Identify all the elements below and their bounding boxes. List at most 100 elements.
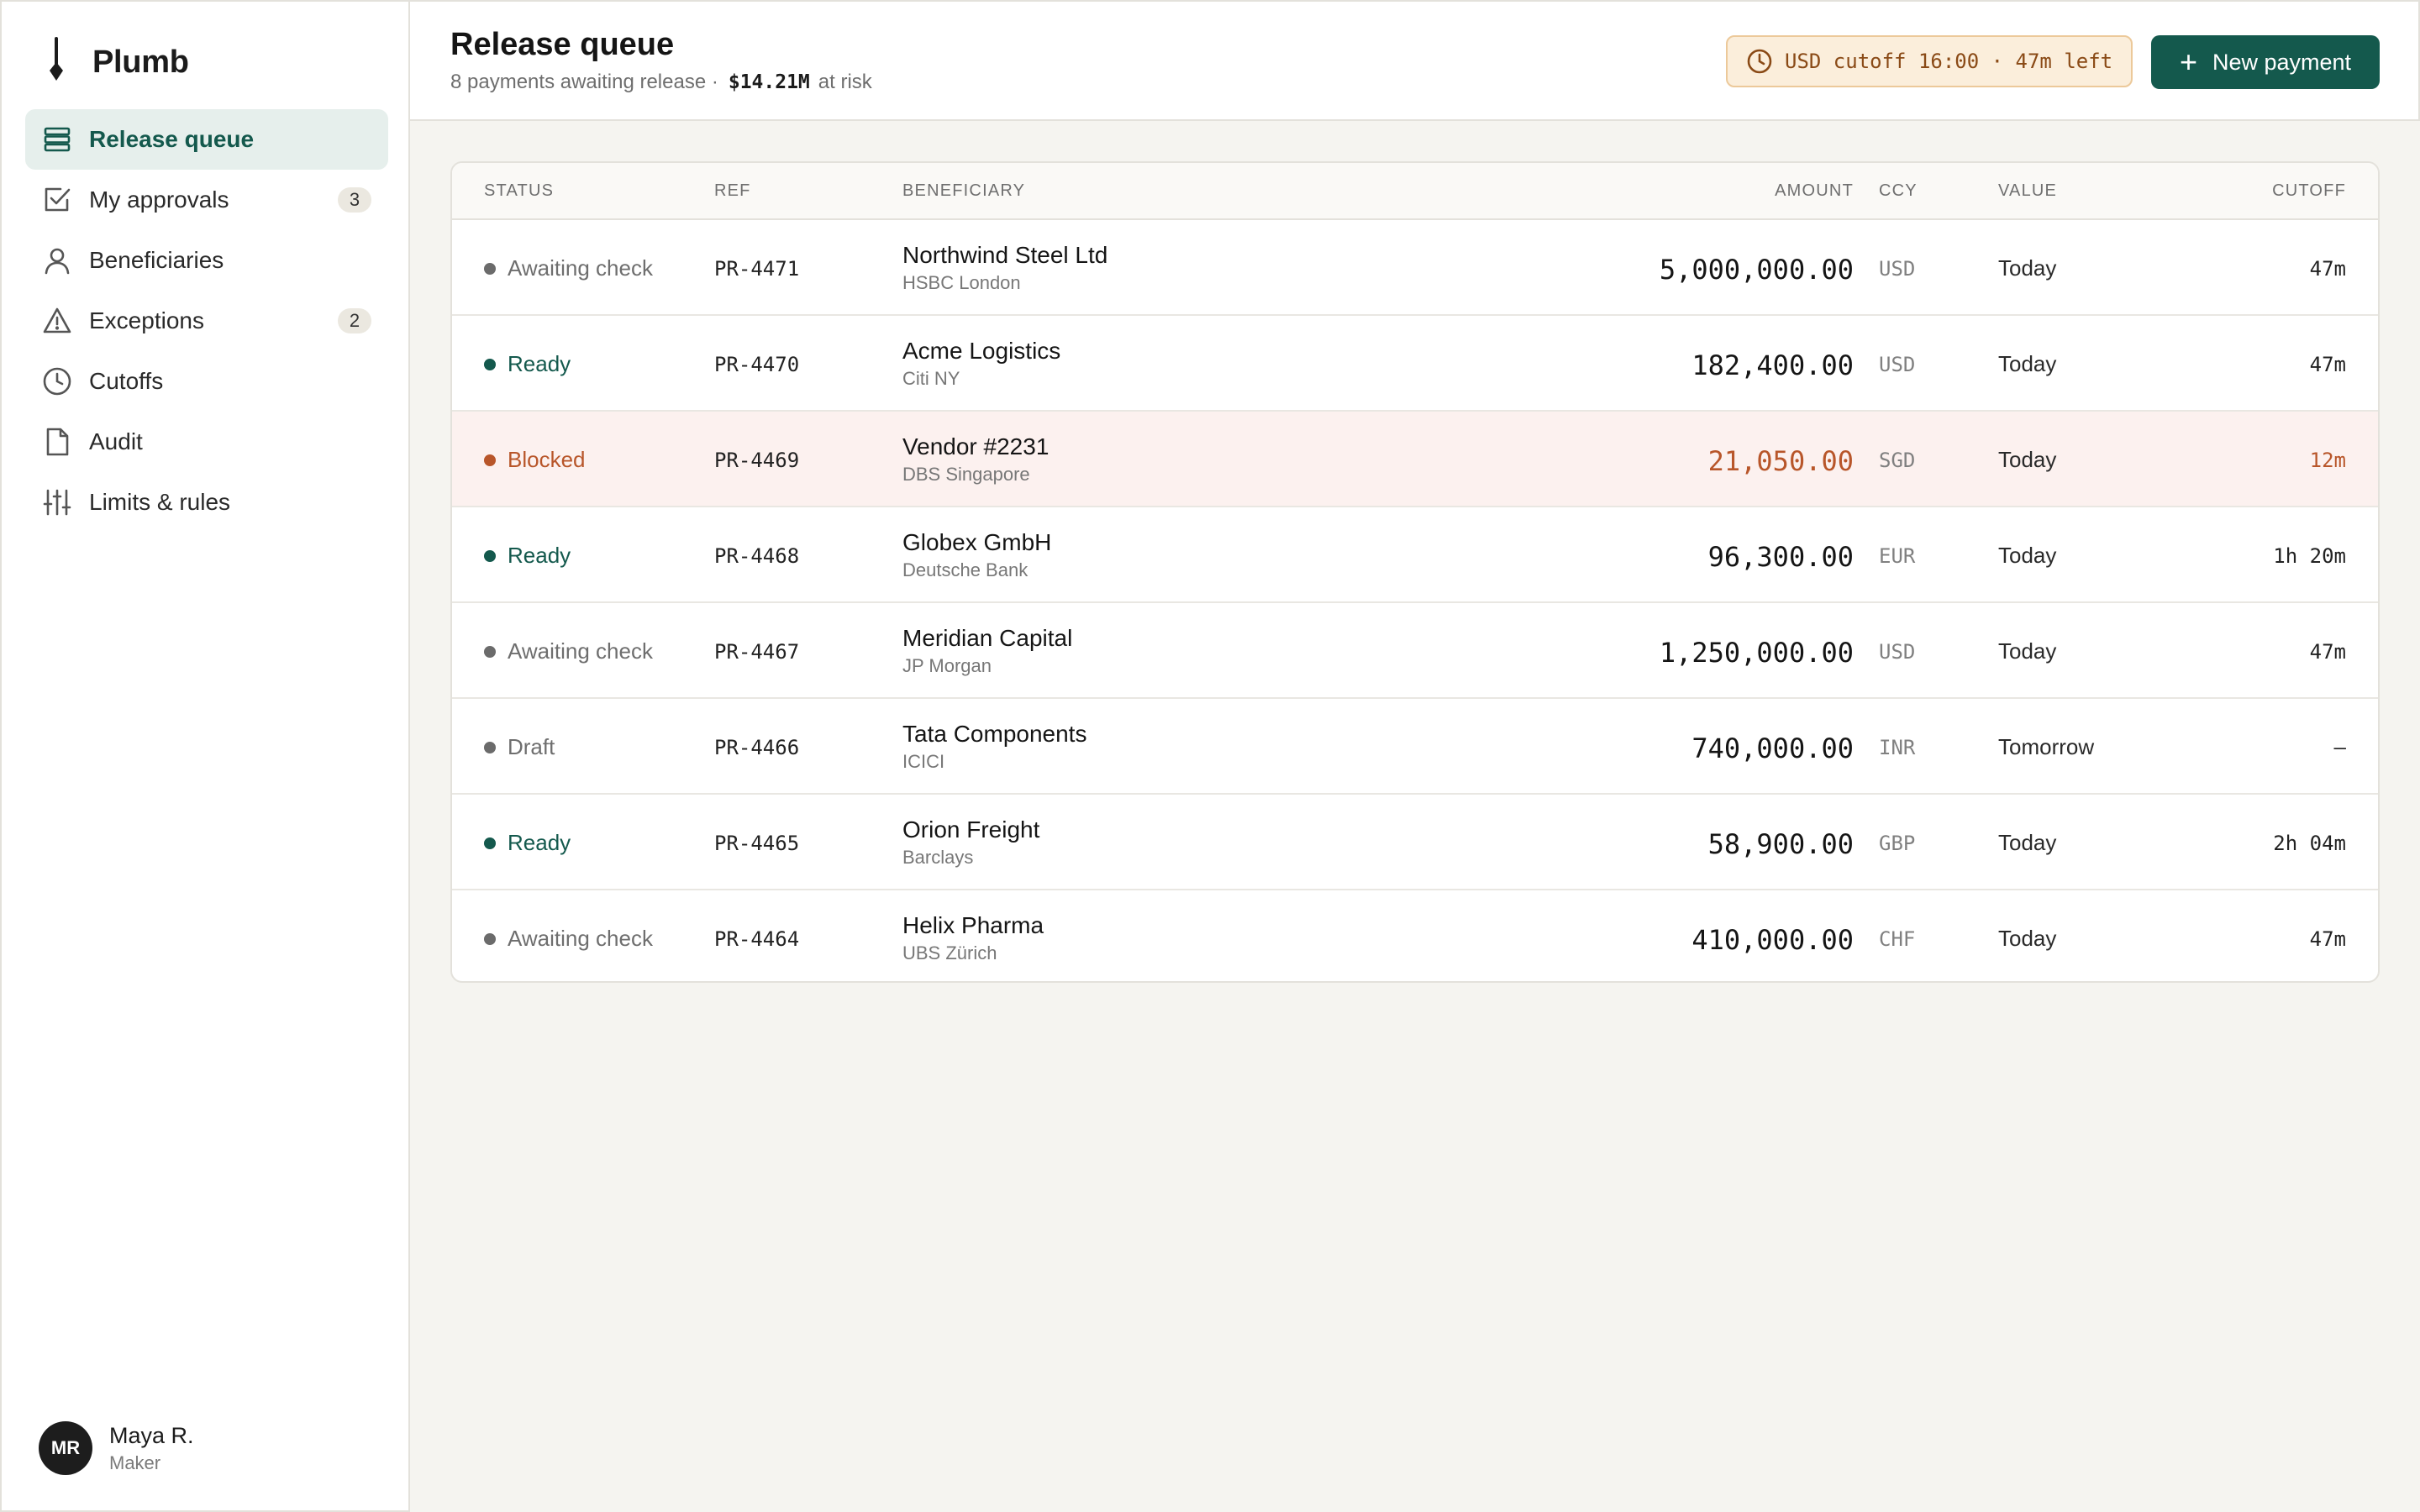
payment-ref: PR-4470: [714, 353, 800, 376]
payment-amount: 1,250,000.00: [1659, 637, 1854, 669]
avatar: MR: [39, 1421, 92, 1475]
cutoff-time: 47m: [2309, 353, 2346, 376]
payment-currency: CHF: [1879, 927, 1916, 951]
payment-ref: PR-4469: [714, 449, 800, 472]
payment-amount: 182,400.00: [1691, 349, 1854, 381]
payment-currency: SGD: [1879, 449, 1916, 472]
table-header: STATUS REF BENEFICIARY AMOUNT CCY VALUE …: [452, 163, 2378, 220]
cutoff-warning-pill: USD cutoff 16:00 · 47m left: [1726, 35, 2133, 87]
column-header-ccy[interactable]: CCY: [1879, 181, 1918, 201]
sidebar-item-exceptions[interactable]: Exceptions 2: [25, 291, 388, 351]
table-row[interactable]: Ready PR-4468 Globex GmbH Deutsche Bank …: [452, 507, 2378, 603]
column-header-ref[interactable]: REF: [714, 181, 751, 201]
cutoff-time: —: [2333, 736, 2346, 759]
check-square-icon: [42, 185, 72, 215]
beneficiary-name: Acme Logistics: [902, 338, 1061, 364]
person-icon: [42, 245, 72, 276]
subtitle-count: 8 payments awaiting release ·: [450, 71, 718, 93]
status-text: Awaiting check: [508, 638, 653, 664]
status-badge: Ready: [484, 830, 571, 856]
sliders-icon: [42, 487, 72, 517]
status-badge: Ready: [484, 351, 571, 377]
table-row[interactable]: Blocked PR-4469 Vendor #2231 DBS Singapo…: [452, 412, 2378, 507]
sidebar-item-release-queue[interactable]: Release queue: [25, 109, 388, 170]
value-date: Today: [1998, 543, 2057, 568]
table-row[interactable]: Draft PR-4466 Tata Components ICICI 740,…: [452, 699, 2378, 795]
release-queue-table: STATUS REF BENEFICIARY AMOUNT CCY VALUE …: [450, 161, 2380, 983]
status-badge: Awaiting check: [484, 255, 653, 281]
sidebar-item-my-approvals[interactable]: My approvals 3: [25, 170, 388, 230]
page-subtitle: 8 payments awaiting release · $14.21M at…: [450, 71, 872, 94]
beneficiary-name: Helix Pharma: [902, 912, 1044, 938]
payment-amount: 5,000,000.00: [1659, 254, 1854, 286]
user-name: Maya R.: [109, 1422, 194, 1448]
subtitle-suffix: at risk: [818, 71, 872, 93]
value-date: Tomorrow: [1998, 734, 2095, 759]
cutoff-pill-text: USD cutoff 16:00 · 47m left: [1785, 50, 2113, 73]
sidebar-item-beneficiaries[interactable]: Beneficiaries: [25, 230, 388, 291]
table-row[interactable]: Awaiting check PR-4464 Helix Pharma UBS …: [452, 890, 2378, 981]
column-header-amount[interactable]: AMOUNT: [1775, 181, 1854, 201]
beneficiary-bank: ICICI: [902, 751, 945, 772]
status-dot: [484, 262, 496, 275]
beneficiary: Tata Components ICICI: [902, 721, 1086, 773]
sidebar-item-cutoffs[interactable]: Cutoffs: [25, 351, 388, 412]
table-row[interactable]: Ready PR-4470 Acme Logistics Citi NY 182…: [452, 316, 2378, 412]
cutoff-time: 12m: [2309, 449, 2346, 472]
sidebar-item-label: Beneficiaries: [89, 247, 224, 273]
status-badge: Awaiting check: [484, 638, 653, 664]
beneficiary-name: Northwind Steel Ltd: [902, 242, 1108, 268]
payment-amount: 21,050.00: [1707, 445, 1854, 477]
beneficiary-bank: UBS Zürich: [902, 942, 997, 963]
status-badge: Blocked: [484, 447, 586, 473]
new-payment-button[interactable]: + New payment: [2151, 35, 2380, 89]
page-title: Release queue: [450, 27, 675, 62]
value-date: Today: [1998, 447, 2057, 472]
user-role: Maker: [109, 1452, 161, 1473]
status-text: Awaiting check: [508, 926, 653, 951]
column-header-status[interactable]: STATUS: [484, 181, 554, 201]
payment-amount: 410,000.00: [1691, 924, 1854, 956]
status-text: Draft: [508, 734, 555, 759]
stack-icon: [42, 124, 72, 155]
payment-ref: PR-4464: [714, 927, 800, 951]
status-dot: [484, 837, 496, 849]
user-profile[interactable]: MR Maya R. Maker: [39, 1421, 194, 1475]
sidebar-item-label: Limits & rules: [89, 489, 231, 515]
column-header-cutoff[interactable]: CUTOFF: [2272, 181, 2346, 201]
brand[interactable]: Plumb: [42, 36, 189, 86]
payment-ref: PR-4471: [714, 257, 800, 281]
column-header-beneficiary[interactable]: BENEFICIARY: [902, 181, 1025, 201]
sidebar-item-label: Release queue: [89, 126, 255, 152]
beneficiary-name: Vendor #2231: [902, 433, 1050, 459]
sidebar-item-limits-rules[interactable]: Limits & rules: [25, 472, 388, 533]
beneficiary: Northwind Steel Ltd HSBC London: [902, 242, 1107, 294]
table-row[interactable]: Awaiting check PR-4471 Northwind Steel L…: [452, 220, 2378, 316]
sidebar-item-audit[interactable]: Audit: [25, 412, 388, 472]
value-date: Today: [1998, 638, 2057, 664]
exceptions-count-badge: 2: [338, 308, 371, 333]
beneficiary-bank: Barclays: [902, 847, 974, 868]
payment-currency: USD: [1879, 640, 1916, 664]
beneficiary: Meridian Capital JP Morgan: [902, 625, 1072, 677]
beneficiary: Helix Pharma UBS Zürich: [902, 912, 1044, 964]
beneficiary: Vendor #2231 DBS Singapore: [902, 433, 1049, 486]
payment-currency: INR: [1879, 736, 1916, 759]
column-header-value[interactable]: VALUE: [1998, 181, 2057, 201]
cutoff-time: 47m: [2309, 927, 2346, 951]
table-row[interactable]: Ready PR-4465 Orion Freight Barclays 58,…: [452, 795, 2378, 890]
status-badge: Awaiting check: [484, 926, 653, 952]
sidebar-item-label: Exceptions: [89, 307, 204, 333]
beneficiary: Orion Freight Barclays: [902, 816, 1039, 869]
value-date: Today: [1998, 255, 2057, 281]
beneficiary-bank: HSBC London: [902, 272, 1021, 293]
status-badge: Ready: [484, 543, 571, 569]
plus-icon: +: [2179, 45, 2197, 79]
value-date: Today: [1998, 351, 2057, 376]
cutoff-time: 1h 20m: [2273, 544, 2346, 568]
status-text: Ready: [508, 543, 571, 568]
sidebar-item-label: My approvals: [89, 186, 229, 213]
sidebar: Plumb Release queue My approvals 3 Benef…: [0, 0, 410, 1512]
table-row[interactable]: Awaiting check PR-4467 Meridian Capital …: [452, 603, 2378, 699]
beneficiary-bank: DBS Singapore: [902, 464, 1030, 485]
